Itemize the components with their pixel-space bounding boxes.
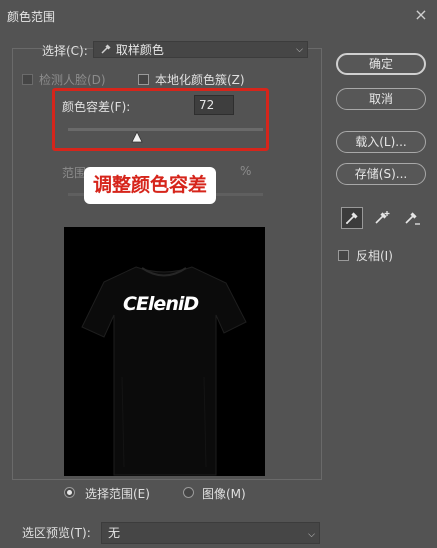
highlight-box [52,88,269,151]
close-icon[interactable]: × [411,5,431,25]
chevron-down-icon: ⌵ [308,530,315,540]
selection-preview-dropdown[interactable]: 无 ⌵ [101,522,320,544]
load-button[interactable]: 载入(L)... [336,131,426,153]
selection-preview-label: 选区预览(T): [22,526,91,540]
detect-faces-label: 检测人脸(D) [39,73,106,87]
image-radio-label: 图像(M) [202,487,246,501]
eyedropper-small-icon [100,43,112,55]
invert-label: 反相(I) [356,249,393,263]
preview-image: CEleniD [64,227,265,476]
detect-faces-checkbox[interactable] [22,74,33,85]
eyedropper-icon[interactable] [341,207,363,229]
save-button[interactable]: 存储(S)... [336,163,426,185]
select-dropdown[interactable]: 取样颜色 ⌵ [93,41,308,58]
selection-radio[interactable] [64,487,75,498]
localized-clusters-label: 本地化颜色簇(Z) [155,73,245,87]
range-percent: % [240,164,252,178]
localized-clusters-checkbox[interactable] [138,74,149,85]
eyedropper-plus-icon[interactable] [372,207,394,229]
cancel-button[interactable]: 取消 [336,88,426,110]
selection-radio-label: 选择范围(E) [85,487,150,501]
chevron-down-icon: ⌵ [296,45,303,55]
invert-checkbox[interactable] [338,250,349,261]
selection-preview-value: 无 [108,526,121,540]
annotation-label: 调整颜色容差 [84,167,217,204]
image-radio[interactable] [183,487,194,498]
ok-button[interactable]: 确定 [336,53,426,75]
preview-logo-text: CEleniD [123,293,199,315]
select-label: 选择(C): [42,44,88,58]
range-label: 范围 [62,166,87,180]
select-value: 取样颜色 [115,43,164,57]
eyedropper-minus-icon[interactable] [402,207,424,229]
window-title: 颜色范围 [7,10,56,24]
tshirt-mask-image [81,266,247,476]
title-bar [0,0,437,30]
